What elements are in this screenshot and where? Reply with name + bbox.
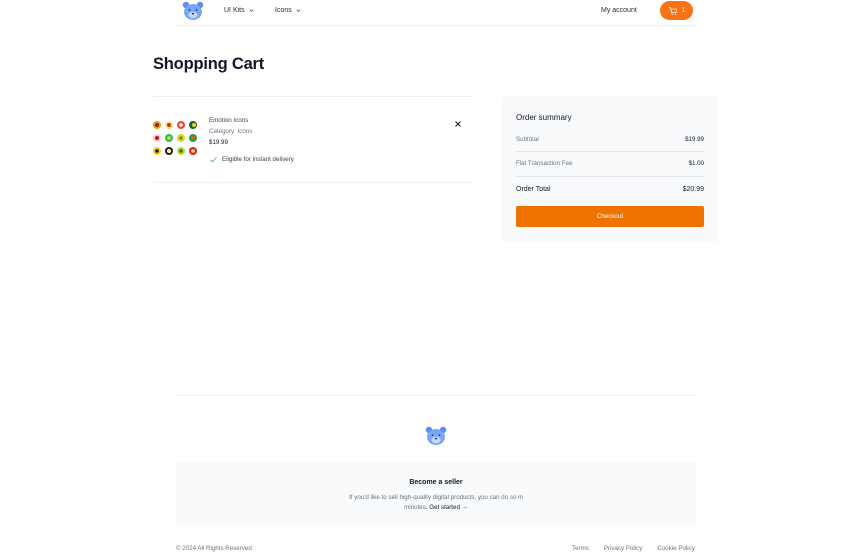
page-title: Shopping Cart (153, 55, 265, 73)
divider (516, 176, 704, 177)
order-total-row: Order Total $20.99 (516, 186, 704, 193)
chevron-down-icon (249, 9, 254, 12)
footer-links: Terms Privacy Policy Cookie Policy (572, 545, 695, 552)
cart-count: 1 (681, 7, 686, 14)
copyright: © 2024 All Rights Reserved (176, 545, 252, 552)
subtotal-value: $19.99 (685, 136, 704, 143)
product-price: $19.99 (209, 139, 228, 146)
become-seller-banner: Become a seller If you'd like to sell hi… (176, 462, 696, 525)
nav-ui-kits-label: UI Kits (224, 7, 245, 14)
close-icon[interactable] (453, 119, 463, 129)
bear-logo-icon[interactable] (425, 426, 447, 446)
divider (516, 151, 704, 152)
bear-logo-icon[interactable] (182, 1, 204, 21)
site-header: UI Kits Icons My account 1 (176, 0, 696, 26)
product-name[interactable]: Emotion Icons (209, 117, 248, 124)
cart-button[interactable]: 1 (660, 1, 693, 20)
terms-link[interactable]: Terms (572, 545, 589, 552)
order-total-label: Order Total (516, 186, 551, 193)
privacy-policy-link[interactable]: Privacy Policy (604, 545, 643, 552)
product-category: Category: Icons (209, 128, 253, 135)
delivery-status: Eligible for instant delivery (209, 155, 294, 164)
shopping-cart-icon (668, 6, 677, 15)
nav-ui-kits[interactable]: UI Kits (224, 7, 255, 14)
cart-item-list: Emotion Icons Category: Icons $19.99 Eli… (153, 96, 472, 183)
seller-title: Become a seller (409, 479, 463, 486)
nav-icons-label: Icons (275, 7, 292, 14)
cookie-policy-link[interactable]: Cookie Policy (657, 545, 695, 552)
order-total-value: $20.99 (682, 186, 704, 193)
order-summary: Order summary Subtotal $19.99 Flat Trans… (501, 96, 719, 242)
subtotal-row: Subtotal $19.99 (516, 136, 704, 143)
emotion-icons-thumbnail[interactable] (153, 119, 199, 157)
my-account-link[interactable]: My account (601, 7, 637, 14)
delivery-status-label: Eligible for instant delivery (222, 156, 294, 163)
chevron-down-icon (296, 9, 301, 12)
get-started-link[interactable]: Get started → (429, 504, 468, 511)
subtotal-label: Subtotal (516, 136, 539, 143)
fee-value: $1.00 (688, 160, 704, 167)
order-summary-title: Order summary (516, 113, 572, 122)
seller-description: If you'd like to sell high-quality digit… (346, 493, 526, 513)
check-icon (210, 156, 217, 163)
nav-icons[interactable]: Icons (275, 7, 302, 14)
checkout-button[interactable]: Checkout (516, 206, 704, 227)
fee-label: Flat Transaction Fee (516, 160, 573, 167)
footer-divider (176, 395, 696, 396)
fee-row: Flat Transaction Fee $1.00 (516, 160, 704, 167)
